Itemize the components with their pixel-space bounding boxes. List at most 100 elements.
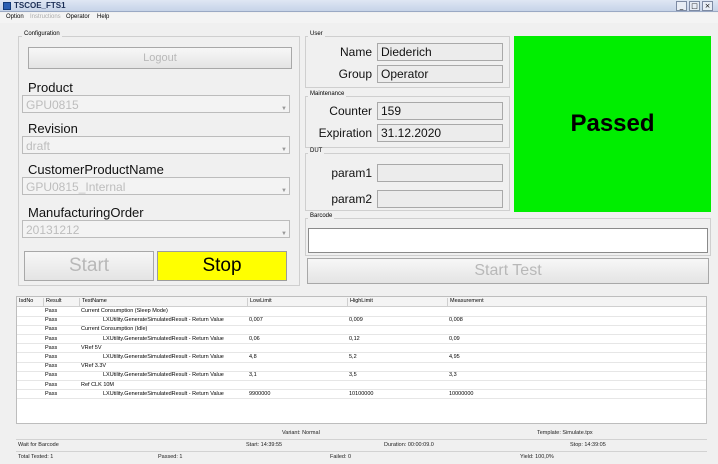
configuration-group: [18, 36, 300, 286]
counter-field: 159: [377, 102, 503, 120]
measurement-cell: 0,008: [449, 317, 463, 324]
table-row[interactable]: Pass LXUtility.GenerateSimulatedResult - …: [17, 390, 706, 400]
result-cell: Pass: [45, 326, 58, 333]
manufacturing-order-label: ManufacturingOrder: [28, 205, 144, 220]
revision-value: draft: [26, 139, 51, 153]
menu-operator[interactable]: Operator: [66, 14, 90, 20]
measurement-cell: 4,95: [449, 354, 460, 360]
testname-cell: LXUtility.GenerateSimulatedResult - Retu…: [103, 372, 224, 379]
lowlimit-cell: 0,007: [249, 317, 263, 324]
passed-status: Passed: 1: [158, 454, 183, 460]
result-cell: Pass: [45, 317, 58, 324]
manufacturing-order-select[interactable]: 20131212 ▼: [22, 220, 290, 238]
table-row[interactable]: Pass LXUtility.GenerateSimulatedResult - …: [17, 335, 706, 345]
highlimit-cell: 0,12: [349, 335, 360, 342]
stop-time-status: Stop: 14:39:05: [570, 442, 606, 448]
yield-status: Yield: 100,0%: [520, 454, 554, 460]
col-header-measurement[interactable]: Measurement: [447, 298, 706, 306]
table-row[interactable]: Pass Current Consumption (Idle): [17, 325, 706, 335]
expiration-field: 31.12.2020: [377, 124, 503, 142]
revision-select[interactable]: draft ▼: [22, 136, 290, 154]
menu-help[interactable]: Help: [97, 14, 109, 20]
group-label: Group: [338, 67, 372, 81]
table-row[interactable]: Pass LXUtility.GenerateSimulatedResult - …: [17, 316, 706, 326]
chevron-down-icon: ▼: [281, 147, 287, 153]
result-cell: Pass: [45, 390, 58, 397]
menu-instructions[interactable]: Instructions: [30, 14, 61, 20]
maintenance-label: Maintenance: [308, 91, 347, 97]
start-time-status: Start: 14:39:55: [246, 442, 283, 448]
product-select[interactable]: GPU0815 ▼: [22, 95, 290, 113]
result-cell: Pass: [45, 335, 58, 342]
table-row[interactable]: Pass LXUtility.GenerateSimulatedResult - …: [17, 353, 706, 363]
name-label: Name: [339, 45, 372, 59]
logout-button[interactable]: Logout: [28, 47, 292, 69]
result-cell: Pass: [45, 381, 58, 388]
testname-cell: VRef 3.3V: [81, 363, 107, 370]
minimize-button[interactable]: _: [676, 1, 687, 11]
col-header-testname[interactable]: TestName: [79, 298, 247, 306]
revision-label: Revision: [28, 121, 78, 136]
lowlimit-cell: 3,1: [249, 372, 257, 379]
status-bar-2: [16, 451, 707, 460]
manufacturing-order-value: 20131212: [26, 223, 80, 237]
duration-status: Duration: 00:00:09.0: [384, 442, 434, 448]
close-button[interactable]: ×: [702, 1, 713, 11]
start-button[interactable]: Start: [24, 251, 154, 281]
result-cell: Pass: [45, 308, 58, 314]
col-header-result[interactable]: Result: [43, 298, 79, 306]
lowlimit-cell: 0,06: [249, 335, 260, 342]
menu-option[interactable]: Option: [6, 14, 24, 20]
lowlimit-cell: 9900000: [249, 390, 271, 397]
measurement-cell: 10000000: [449, 390, 474, 397]
start-test-button[interactable]: Start Test: [307, 258, 709, 284]
testname-cell: Ref CLK 10M: [81, 381, 115, 388]
table-row[interactable]: Pass VRef 3.3V: [17, 362, 706, 372]
group-field: Operator: [377, 65, 503, 83]
result-cell: Pass: [45, 344, 58, 351]
table-row[interactable]: Pass LXUtility.GenerateSimulatedResult - …: [17, 371, 706, 381]
table-header: IsdNo Result TestName LowLimit HighLimit…: [17, 297, 706, 307]
results-table: IsdNo Result TestName LowLimit HighLimit…: [16, 296, 707, 424]
variant-status: Variant: Normal: [282, 430, 320, 436]
testname-cell: LXUtility.GenerateSimulatedResult - Retu…: [103, 390, 224, 397]
param2-field[interactable]: [377, 190, 503, 208]
highlimit-cell: 0,009: [349, 317, 363, 324]
name-field: Diederich: [377, 43, 503, 61]
chevron-down-icon: ▼: [281, 106, 287, 112]
param1-field[interactable]: [377, 164, 503, 182]
maximize-button[interactable]: □: [689, 1, 700, 11]
testname-cell: LXUtility.GenerateSimulatedResult - Retu…: [103, 335, 224, 342]
product-label: Product: [28, 80, 73, 95]
highlimit-cell: 10100000: [349, 390, 374, 397]
col-header-lowlimit[interactable]: LowLimit: [247, 298, 347, 306]
result-cell: Pass: [45, 372, 58, 379]
customer-product-name-label: CustomerProductName: [28, 162, 164, 177]
configuration-label: Configuration: [22, 31, 62, 37]
barcode-input[interactable]: [308, 228, 708, 253]
chevron-down-icon: ▼: [281, 231, 287, 237]
user-label: User: [308, 31, 325, 37]
stop-button[interactable]: Stop: [157, 251, 287, 281]
total-tested-status: Total Tested: 1: [18, 454, 54, 460]
expiration-label: Expiration: [318, 126, 372, 140]
barcode-label: Barcode: [308, 213, 335, 219]
customer-product-name-select[interactable]: GPU0815_Internal ▼: [22, 177, 290, 195]
lowlimit-cell: 4,8: [249, 354, 257, 360]
window-title: TSCOE_FTS1: [14, 1, 66, 10]
testname-cell: Current Consumption (Idle): [81, 326, 148, 333]
table-row[interactable]: Pass Current Consumption (Sleep Mode): [17, 307, 706, 317]
title-bar: TSCOE_FTS1 _ □ ×: [0, 0, 718, 12]
dut-label: DUT: [308, 148, 325, 154]
highlimit-cell: 3,5: [349, 372, 357, 379]
table-row[interactable]: Pass VRef 5V: [17, 344, 706, 354]
result-cell: Pass: [45, 354, 58, 360]
chevron-down-icon: ▼: [281, 188, 287, 194]
table-row[interactable]: Pass Ref CLK 10M: [17, 381, 706, 391]
col-header-highlimit[interactable]: HighLimit: [347, 298, 447, 306]
counter-label: Counter: [329, 104, 372, 118]
measurement-cell: 3,3: [449, 372, 457, 379]
col-header-isdno[interactable]: IsdNo: [17, 298, 43, 306]
result-indicator: Passed: [514, 36, 711, 212]
app-icon: [3, 2, 11, 10]
